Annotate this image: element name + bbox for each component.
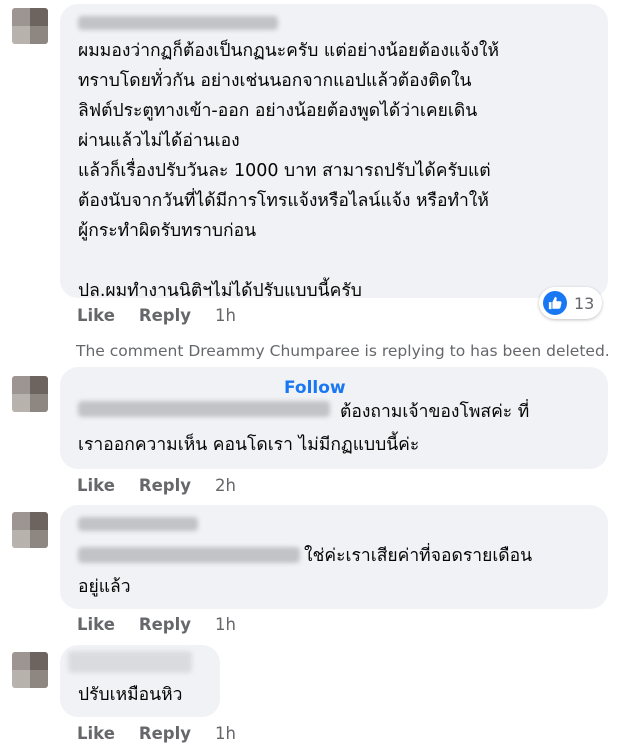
avatar[interactable]: [12, 512, 48, 548]
like-button[interactable]: Like: [77, 306, 115, 325]
comment-bubble: ปรับเหมือนหิว: [60, 645, 220, 717]
commenter-name-redacted[interactable]: [78, 401, 330, 417]
reaction-count: 13: [574, 293, 595, 313]
reaction-summary[interactable]: 13: [539, 287, 603, 319]
comment-text-line: อยู่แล้ว: [78, 577, 131, 597]
avatar[interactable]: [12, 8, 48, 44]
comment-actions: Like Reply 1h: [77, 306, 236, 325]
commenter-name-redacted[interactable]: [78, 517, 198, 531]
comment-actions: Like Reply 2h: [77, 476, 236, 495]
timestamp[interactable]: 1h: [215, 724, 236, 743]
like-button[interactable]: Like: [77, 724, 115, 743]
commenter-name-redacted[interactable]: [78, 547, 300, 563]
comment-actions: Like Reply 1h: [77, 724, 236, 743]
reply-button[interactable]: Reply: [139, 724, 191, 743]
follow-button[interactable]: Follow: [284, 378, 346, 398]
comment-text: ปรับเหมือนหิว: [78, 685, 183, 705]
comment-text-line: ต้องถามเจ้าของโพสค่ะ ที่: [340, 402, 530, 422]
avatar[interactable]: [12, 376, 48, 412]
reply-button[interactable]: Reply: [139, 306, 191, 325]
comment-bubble: ผมมองว่ากฏก็ต้องเป็นกฏนะครับ แต่อย่างน้อ…: [60, 4, 608, 301]
timestamp[interactable]: 1h: [215, 615, 236, 634]
comment-bubble: ใช่ค่ะเราเสียค่าที่จอดรายเดือน อยู่แล้ว: [60, 505, 608, 609]
avatar[interactable]: [12, 652, 48, 688]
reply-button[interactable]: Reply: [139, 615, 191, 634]
comment-bubble: Follow ต้องถามเจ้าของโพสค่ะ ที่ เราออกคว…: [60, 367, 608, 469]
like-button[interactable]: Like: [77, 476, 115, 495]
comment-text-line: ใช่ค่ะเราเสียค่าที่จอดรายเดือน: [304, 546, 533, 566]
reply-button[interactable]: Reply: [139, 476, 191, 495]
comment-text: ผมมองว่ากฏก็ต้องเป็นกฏนะครับ แต่อย่างน้อ…: [78, 41, 500, 301]
timestamp[interactable]: 2h: [215, 476, 236, 495]
like-thumb-icon: [543, 291, 567, 315]
commenter-name-redacted[interactable]: [78, 16, 278, 30]
comment-text-line: เราออกความเห็น คอนโดเรา ไม่มีกฏแบบนี้ค่ะ: [78, 435, 420, 455]
deleted-reply-note: The comment Dreammy Chumparee is replyin…: [76, 342, 610, 360]
timestamp[interactable]: 1h: [215, 306, 236, 325]
commenter-name-redacted[interactable]: [68, 651, 192, 673]
comment-actions: Like Reply 1h: [77, 615, 236, 634]
like-button[interactable]: Like: [77, 615, 115, 634]
